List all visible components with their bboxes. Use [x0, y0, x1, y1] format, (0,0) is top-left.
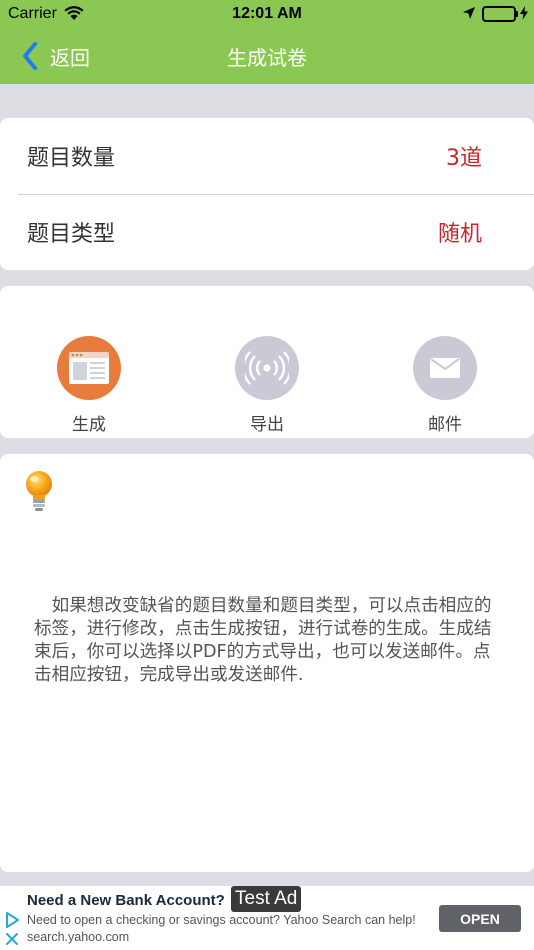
question-type-value: 随机 [437, 222, 482, 247]
question-type-label: 题目类型 [27, 222, 116, 247]
clock: 12:01 AM [232, 5, 302, 22]
ad-body: Need to open a checking or savings accou… [27, 913, 416, 927]
lightbulb-icon [26, 471, 52, 511]
question-count-row[interactable]: 题目数量 3道 [0, 118, 534, 194]
export-label: 导出 [250, 415, 284, 435]
ad-headline[interactable]: Need a New Bank Account? [27, 892, 225, 909]
generate-button[interactable]: 生成 [44, 336, 134, 435]
tip-text: 如果想改变缺省的题目数量和题目类型，可以点击相应的标签，进行修改，点击生成按钮，… [34, 596, 492, 685]
question-type-row[interactable]: 题目类型 随机 [0, 194, 534, 270]
generate-label: 生成 [72, 415, 106, 435]
settings-card: 题目数量 3道 题目类型 随机 [0, 118, 534, 270]
document-window-icon [57, 336, 121, 400]
location-arrow-icon [463, 7, 475, 19]
test-ad-badge: Test Ad [231, 886, 302, 912]
adchoices-play-icon[interactable] [5, 912, 19, 928]
ad-url: search.yahoo.com [27, 930, 130, 944]
tip-card: 如果想改变缺省的题目数量和题目类型，可以点击相应的标签，进行修改，点击生成按钮，… [0, 454, 534, 872]
close-icon[interactable] [5, 932, 19, 946]
charging-bolt-icon [520, 6, 528, 20]
ad-banner[interactable]: Need a New Bank Account? Test Ad Need to… [0, 885, 534, 950]
navigation-bar: 返回 生成试卷 [0, 28, 534, 84]
email-label: 邮件 [428, 415, 462, 435]
battery-tip [516, 11, 518, 17]
battery-icon [482, 6, 516, 22]
export-button[interactable]: 导出 [222, 336, 312, 435]
actions-card: 生成 导出 邮件 [0, 286, 534, 438]
page-title: 生成试卷 [227, 46, 307, 70]
open-button[interactable]: OPEN [439, 905, 521, 932]
status-bar: Carrier 12:01 AM [0, 0, 534, 28]
email-button[interactable]: 邮件 [400, 336, 490, 435]
question-count-value: 3道 [446, 146, 482, 171]
question-count-label: 题目数量 [27, 146, 116, 171]
envelope-icon [413, 336, 477, 400]
broadcast-icon [235, 336, 299, 400]
